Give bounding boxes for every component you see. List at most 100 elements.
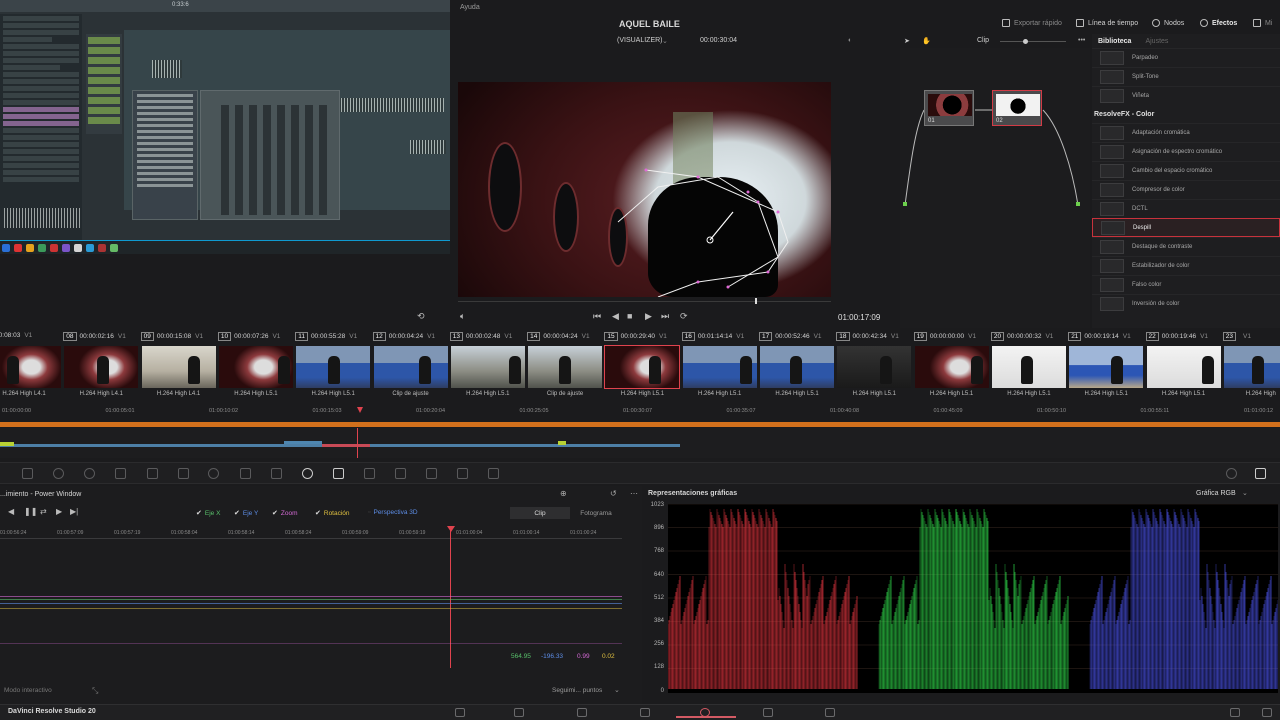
skip-to-start-icon[interactable]: ⏮︎ xyxy=(593,311,601,322)
fx-item[interactable]: Split-Tone xyxy=(1092,67,1280,86)
timeline-clip[interactable]: 23 V1 H.264 High xyxy=(1222,330,1280,404)
wipe-icon[interactable]: ◐ xyxy=(848,37,852,44)
loop-playback-icon[interactable]: ⟳ xyxy=(680,311,688,322)
track-reverse-icon[interactable]: ◀ xyxy=(8,507,14,516)
clip-thumbnail[interactable] xyxy=(1069,346,1144,388)
tracker-option-checkbox[interactable]: ✔ Zoom xyxy=(272,509,298,518)
edit-page-icon[interactable] xyxy=(577,708,587,717)
motion-effects-icon[interactable] xyxy=(178,468,189,479)
viewer-mode-dropdown[interactable]: Clip xyxy=(977,37,989,44)
reset-icon[interactable]: ↺ xyxy=(610,489,617,498)
loop-icon[interactable]: ⟲ xyxy=(417,311,425,322)
fx-item[interactable]: Viñeta xyxy=(1092,86,1280,105)
video-clip[interactable] xyxy=(284,441,322,444)
hdr-icon[interactable] xyxy=(115,468,126,479)
tracker-playhead-marker[interactable] xyxy=(447,526,455,532)
selected-clip[interactable] xyxy=(322,444,370,447)
effects-button[interactable]: Efectos xyxy=(1200,19,1237,27)
clip-thumbnail[interactable] xyxy=(604,345,681,389)
quick-export-button[interactable]: Exportar rápido xyxy=(1002,19,1062,27)
tracker-option-checkbox[interactable]: ✔ Eje X xyxy=(196,509,220,518)
clip-thumbnail[interactable] xyxy=(0,346,61,388)
hand-icon[interactable]: ✋ xyxy=(922,37,931,45)
lut-dropdown[interactable]: (VISUALIZER) xyxy=(617,37,663,44)
power-window-overlay[interactable] xyxy=(458,82,831,297)
timeline-clip[interactable]: 18 00:00:42:34 V1 H.264 High L5.1 xyxy=(836,330,912,404)
track-forward-icon[interactable]: ▶ xyxy=(56,507,62,516)
chevron-down-icon[interactable]: ⌄ xyxy=(662,37,668,45)
play-icon[interactable]: ▶ xyxy=(645,311,652,322)
zoom-slider[interactable] xyxy=(1000,39,1066,44)
tracking-mode-dropdown[interactable]: Seguimi... puntos xyxy=(552,687,602,694)
color-wheel-icon[interactable] xyxy=(53,468,64,479)
deliver-page-icon[interactable] xyxy=(825,708,835,717)
timeline-clip[interactable]: 19 00:00:00:00 V1 H.264 High L5.1 xyxy=(913,330,990,404)
fusion-page-icon[interactable] xyxy=(640,708,650,717)
play-reverse-icon[interactable]: ◀ xyxy=(612,311,619,322)
fx-item[interactable]: Inversión de color xyxy=(1092,294,1280,313)
viewer-scrubber[interactable] xyxy=(458,298,831,304)
clip-thumbnail[interactable] xyxy=(837,346,912,388)
fx-item[interactable]: Destaque de contraste xyxy=(1092,237,1280,256)
menu-help[interactable]: Ayuda xyxy=(460,4,480,11)
timeline-clip[interactable]: 09 00:00:15:08 V1 H.264 High L4.1 xyxy=(140,330,217,404)
clip-thumbnail[interactable] xyxy=(373,346,448,388)
adjustment-clip[interactable] xyxy=(558,441,566,445)
timeline-clip[interactable]: 22 00:00:19:46 V1 H.264 High L5.1 xyxy=(1145,330,1222,404)
scopes-icon[interactable] xyxy=(1255,468,1266,479)
rgb-mixer-icon[interactable] xyxy=(147,468,158,479)
tab-settings[interactable]: Ajustes xyxy=(1145,38,1168,45)
track-both-icon[interactable]: ⇄ xyxy=(40,507,47,516)
grid-tool-icon[interactable] xyxy=(22,468,33,479)
blur-icon[interactable] xyxy=(395,468,406,479)
clip-thumbnail[interactable] xyxy=(1223,346,1280,388)
clip-thumbnail[interactable] xyxy=(1146,346,1221,388)
clip-thumbnail[interactable] xyxy=(760,346,834,388)
primaries-icon[interactable] xyxy=(84,468,95,479)
timeline-clip[interactable]: 15 00:00:29:40 V1 H.264 High L5.1 xyxy=(604,330,681,404)
fx-item[interactable]: Compresor de color xyxy=(1092,180,1280,199)
clip-thumbnail[interactable] xyxy=(528,346,603,388)
clip-thumbnail[interactable] xyxy=(914,346,989,388)
curves-icon[interactable] xyxy=(208,468,219,479)
scope-mode-dropdown[interactable]: Gráfica RGB xyxy=(1196,490,1236,497)
fx-item[interactable]: Despill xyxy=(1092,218,1280,237)
tracker-option-checkbox[interactable]: ✔ Eje Y xyxy=(234,509,258,518)
clip-thumbnail[interactable] xyxy=(141,346,216,388)
tracker-option-checkbox[interactable]: ▫ Perspectiva 3D xyxy=(368,509,418,516)
more-button[interactable]: Mi xyxy=(1253,19,1272,27)
fx-item[interactable]: Adaptación cromática xyxy=(1092,123,1280,142)
timeline-clip[interactable]: 16 00:01:14:14 V1 H.264 High L5.1 xyxy=(681,330,758,404)
scrubber-playhead[interactable] xyxy=(755,298,757,304)
project-manager-icon[interactable] xyxy=(1230,708,1240,717)
timeline-clip[interactable]: 13 00:00:02:48 V1 H.264 High L5.1 xyxy=(449,330,526,404)
color-warper-icon[interactable] xyxy=(240,468,251,479)
color-node-02[interactable]: 02 xyxy=(992,90,1042,126)
adjustment-clip[interactable] xyxy=(0,442,14,446)
node-editor[interactable]: 01 02 xyxy=(900,48,1090,328)
clip-thumbnail[interactable] xyxy=(64,346,139,388)
timeline-clip[interactable]: 17 00:00:52:46 V1 H.264 High L5.1 xyxy=(759,330,835,404)
clip-thumbnail[interactable] xyxy=(296,346,371,388)
tab-library[interactable]: Biblioteca xyxy=(1098,38,1131,45)
zoom-slider-knob[interactable] xyxy=(1023,39,1029,44)
clip-thumbnail[interactable] xyxy=(991,346,1066,388)
fx-item[interactable]: Asignación de espectro cromático xyxy=(1092,142,1280,161)
target-icon[interactable]: ⊕ xyxy=(560,489,567,498)
timeline-button[interactable]: Línea de tiempo xyxy=(1076,19,1138,27)
keyframes-icon[interactable] xyxy=(1226,468,1237,479)
settings-gear-icon[interactable] xyxy=(1262,708,1272,717)
mode-clip-button[interactable]: Clip xyxy=(510,507,570,519)
timeline-ruler[interactable]: 01:00:00:00 01:00:05:01 01:00:10:02 01:00:1… xyxy=(0,405,1280,420)
mode-frame-button[interactable]: Fotograma xyxy=(572,507,620,519)
color-node-01[interactable]: 01 xyxy=(924,90,974,126)
fx-item[interactable]: Parpadeo xyxy=(1092,48,1280,67)
insert-point-icon[interactable]: ⤡ xyxy=(92,686,98,696)
more-options-icon[interactable]: ⋯ xyxy=(630,489,638,498)
tracker-option-checkbox[interactable]: ✔ Rotación xyxy=(315,509,350,518)
fx-item[interactable]: Estabilizador de color xyxy=(1092,256,1280,275)
3d-icon[interactable] xyxy=(488,468,499,479)
timeline-playhead[interactable] xyxy=(357,407,363,413)
pointer-icon[interactable]: ➤ xyxy=(904,37,910,45)
tracker-icon[interactable] xyxy=(333,468,344,479)
